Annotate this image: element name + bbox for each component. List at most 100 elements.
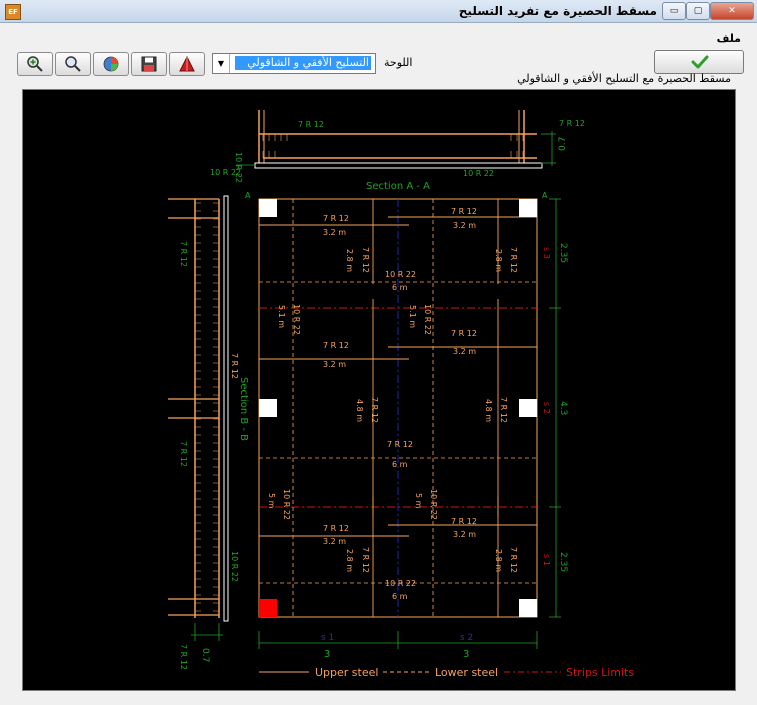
section-bb-title: Section B - B: [238, 377, 249, 441]
length-label: 4.8 m: [355, 399, 364, 422]
left-dim-label: 0.7: [200, 648, 210, 662]
left-vert-bars-label: 7 R 12: [230, 353, 239, 379]
left-bottom-bars-label: 10 R 22: [230, 551, 239, 582]
column: [259, 199, 277, 217]
section-bb-drawing: [168, 195, 229, 641]
top-dim-label: 0.7: [558, 137, 568, 151]
legend-strips-limits: Strips Limits: [566, 666, 634, 679]
zoom-button[interactable]: [55, 52, 91, 76]
right-dim-label: 4.3: [558, 401, 568, 415]
left-rebar-label-2: 7 R 12: [179, 441, 188, 467]
rebar-label: 7 R 12: [509, 547, 518, 573]
rebar-label: 7 R 12: [323, 341, 349, 350]
rebar-label: 10 R 22: [423, 304, 432, 335]
strip-label: s 1: [321, 633, 334, 643]
save-button[interactable]: [131, 52, 167, 76]
ok-button[interactable]: [654, 50, 744, 74]
column: [519, 399, 537, 417]
bottom-dim-label: 3: [324, 649, 330, 660]
left-rebar-label-1: 7 R 12: [179, 241, 188, 267]
menu-file[interactable]: ملف: [717, 32, 741, 45]
length-label: 3.2 m: [323, 537, 346, 546]
zoom-in-icon: [27, 56, 43, 72]
rebar-label: 7 R 12: [361, 547, 370, 573]
column: [519, 599, 537, 617]
rebar-label: 7 R 12: [451, 329, 477, 338]
minimize-button[interactable]: ▭: [662, 2, 686, 20]
column-selected: [259, 599, 277, 617]
slab-drawing: 7 R 12 7 R 12 0.7 10 R 22 10 R 22 10 R 2…: [168, 110, 634, 679]
strip-label: s 1: [542, 554, 551, 566]
rebar-label: 7 R 12: [361, 247, 370, 273]
top-bottom-bars-label: 10 R 22: [463, 169, 494, 178]
length-label: 3.2 m: [323, 228, 346, 237]
rebar-label: 7 R 12: [451, 207, 477, 216]
top-left-vert-label: 10 R 22: [234, 152, 243, 183]
length-label: 6 m: [392, 283, 408, 292]
section-aa-title: Section A - A: [366, 181, 430, 192]
strip-label: s 2: [542, 402, 551, 414]
length-label: 5.1 m: [408, 305, 417, 328]
rebar-label: 7 R 12: [323, 524, 349, 533]
window-title: مسقط الحصيرة مع تفريد التسليح: [458, 4, 657, 18]
length-label: 3.2 m: [453, 530, 476, 539]
length-label: 2.8 m: [345, 249, 354, 272]
title-bar: EF مسقط الحصيرة مع تفريد التسليح ▭ ▢ ✕: [0, 0, 757, 23]
right-dim-label: 2.35: [558, 243, 568, 263]
rebar-label: 10 R 22: [385, 579, 416, 588]
panel-label: اللوحة: [384, 56, 413, 69]
section-a-right-mark: A: [542, 191, 548, 200]
drawing-subtitle: مسقط الحصيرة مع التسليح الأفقي و الشاقول…: [517, 72, 731, 85]
column: [519, 199, 537, 217]
rebar-label: 7 R 12: [323, 214, 349, 223]
left-bottom-rebar-label: 7 R 12: [179, 644, 188, 670]
rebar-label: 10 R 22: [292, 304, 301, 335]
right-dim-label: 2.35: [558, 552, 568, 572]
save-icon: [141, 56, 157, 72]
length-label: 5 m: [414, 493, 423, 509]
length-label: 4.8 m: [484, 399, 493, 422]
strip-label: s 3: [542, 247, 551, 259]
rebar-label: 7 R 12: [387, 440, 413, 449]
length-label: 2.8 m: [494, 549, 503, 572]
panel-dropdown[interactable]: ▼ التسليح الأفقي و الشاقولي: [212, 53, 376, 74]
legend-upper-steel: Upper steel: [315, 666, 378, 679]
length-label: 5.1 m: [277, 305, 286, 328]
pie-chart-icon: [103, 56, 119, 72]
rebar-label: 7 R 12: [509, 247, 518, 273]
panel-selected-value: التسليح الأفقي و الشاقولي: [235, 56, 371, 70]
length-label: 3.2 m: [453, 347, 476, 356]
top-rebar-label: 7 R 12: [298, 120, 324, 129]
chevron-down-icon[interactable]: ▼: [213, 54, 230, 73]
legend-lower-steel: Lower steel: [435, 666, 498, 679]
rebar-label: 7 R 12: [370, 397, 379, 423]
length-label: 6 m: [392, 460, 408, 469]
length-label: 5 m: [267, 493, 276, 509]
bottom-dim-label: 3: [463, 649, 469, 660]
app-icon: EF: [5, 4, 21, 20]
close-button[interactable]: ✕: [710, 2, 754, 20]
length-label: 3.2 m: [453, 221, 476, 230]
rebar-label: 10 R 22: [282, 489, 291, 520]
top-right-rebar-label: 7 R 12: [559, 119, 585, 128]
zoom-in-button[interactable]: [17, 52, 53, 76]
section-a-left-mark: A: [245, 191, 251, 200]
rebar-label: 10 R 22: [429, 489, 438, 520]
length-label: 6 m: [392, 592, 408, 601]
maximize-button[interactable]: ▢: [686, 2, 710, 20]
drawing-canvas[interactable]: 7 R 12 7 R 12 0.7 10 R 22 10 R 22 10 R 2…: [22, 89, 736, 691]
length-label: 3.2 m: [323, 360, 346, 369]
pyramid-icon: [179, 55, 195, 72]
strip-label: s 2: [460, 633, 473, 643]
rebar-label: 7 R 12: [499, 397, 508, 423]
checkmark-icon: [691, 55, 709, 69]
length-label: 2.8 m: [345, 549, 354, 572]
column: [259, 399, 277, 417]
length-label: 2.8 m: [494, 249, 503, 272]
rebar-label: 7 R 12: [451, 517, 477, 526]
section-aa-drawing: [236, 110, 556, 169]
rebar-label: 10 R 22: [385, 270, 416, 279]
chart-button[interactable]: [93, 52, 129, 76]
shape-button[interactable]: [169, 52, 205, 76]
zoom-icon: [65, 56, 81, 72]
